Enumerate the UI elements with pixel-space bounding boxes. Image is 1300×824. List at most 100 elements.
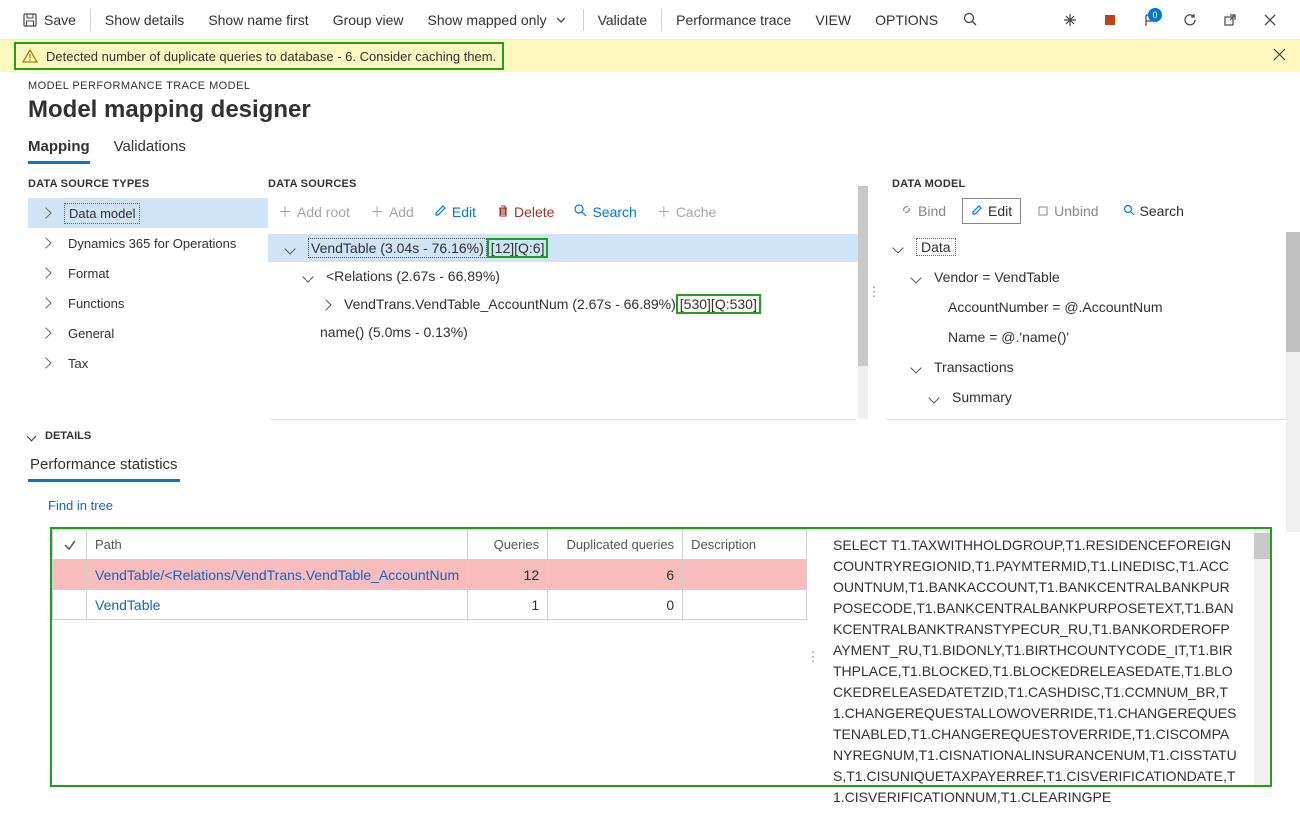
dstype-item-data-model[interactable]: Data model <box>28 198 268 228</box>
banner-message: Detected number of duplicate queries to … <box>46 49 496 64</box>
counts-badge: [530][Q:530] <box>676 294 761 314</box>
chevron-right-icon <box>40 357 51 368</box>
dm-toolbar: Bind Edit Unbind Search <box>880 198 1300 224</box>
chevron-down-icon <box>928 392 939 403</box>
details-section: DETAILS Performance statistics Find in t… <box>0 420 1300 523</box>
dstype-item-general[interactable]: General <box>28 318 268 348</box>
col-check[interactable] <box>53 530 87 560</box>
perf-table: Path Queries Duplicated queries Descript… <box>52 529 807 620</box>
info-banner-outer: Detected number of duplicate queries to … <box>0 40 1300 72</box>
app-switcher-icon <box>1062 12 1078 28</box>
chevron-down-icon <box>27 431 37 441</box>
chevron-down-icon <box>553 12 569 28</box>
flag-icon: 0 <box>1142 12 1158 28</box>
cache-button[interactable]: ＋Cache <box>647 198 726 226</box>
scrollbar-thumb[interactable] <box>858 186 868 366</box>
add-button[interactable]: ＋Add <box>360 198 424 226</box>
banner-close-button[interactable] <box>1273 48 1286 64</box>
search-button[interactable] <box>950 0 990 40</box>
performance-trace-button[interactable]: Performance trace <box>664 0 803 40</box>
sql-preview: SELECT T1.TAXWITHHOLDGROUP,T1.RESIDENCEF… <box>819 529 1270 785</box>
dstype-item-d365fo[interactable]: Dynamics 365 for Operations <box>28 228 268 258</box>
app-switcher-button[interactable] <box>1050 0 1090 40</box>
col-path[interactable]: Path <box>87 530 468 560</box>
dstype-item-tax[interactable]: Tax <box>28 348 268 378</box>
table-row[interactable]: VendTable 1 0 <box>53 590 807 620</box>
popout-button[interactable] <box>1210 0 1250 40</box>
scrollbar[interactable] <box>1254 529 1270 785</box>
search-icon <box>574 204 587 220</box>
notifications-button[interactable]: 0 <box>1130 0 1170 40</box>
validate-button[interactable]: Validate <box>586 0 660 40</box>
dm-row-data[interactable]: Data <box>880 232 1286 262</box>
dm-row-vendor[interactable]: Vendor = VendTable <box>880 262 1286 292</box>
chevron-down-icon <box>892 242 903 253</box>
cell-desc <box>683 560 807 590</box>
path-link[interactable]: VendTable <box>95 597 160 613</box>
link-icon <box>900 203 913 219</box>
col-desc[interactable]: Description <box>683 530 807 560</box>
ds-row-vendtrans[interactable]: VendTrans.VendTable_AccountNum (2.67s - … <box>268 290 868 318</box>
bind-button[interactable]: Bind <box>892 199 954 223</box>
notification-badge: 0 <box>1148 8 1162 22</box>
main-columns: DATA SOURCE TYPES Data model Dynamics 36… <box>0 164 1300 419</box>
dm-row-summary[interactable]: Summary <box>880 382 1286 412</box>
splitter-handle[interactable]: ⋮ <box>807 649 819 665</box>
perf-grid: Path Queries Duplicated queries Descript… <box>52 529 807 785</box>
ds-row-relations[interactable]: <Relations (2.67s - 66.89%) <box>268 262 868 290</box>
group-view-button[interactable]: Group view <box>321 0 416 40</box>
scrollbar-thumb[interactable] <box>1254 533 1270 559</box>
trash-icon <box>1037 203 1049 219</box>
table-row[interactable]: VendTable/<Relations/VendTrans.VendTable… <box>53 560 807 590</box>
show-name-first-button[interactable]: Show name first <box>196 0 320 40</box>
toolbar: Save Show details Show name first Group … <box>0 0 1300 40</box>
scrollbar[interactable] <box>858 186 868 419</box>
chevron-down-icon <box>910 362 921 373</box>
dm-search-button[interactable]: Search <box>1115 199 1192 223</box>
tab-perf-stats[interactable]: Performance statistics <box>28 450 180 482</box>
info-banner: Detected number of duplicate queries to … <box>0 40 1300 72</box>
separator <box>90 9 91 31</box>
dstype-item-functions[interactable]: Functions <box>28 288 268 318</box>
chevron-right-icon <box>40 327 51 338</box>
chevron-down-icon <box>302 271 313 282</box>
cell-dup: 0 <box>548 590 683 620</box>
options-button[interactable]: OPTIONS <box>863 0 950 40</box>
show-mapped-only-button[interactable]: Show mapped only <box>416 0 581 40</box>
view-button[interactable]: VIEW <box>803 0 863 40</box>
refresh-icon <box>1182 12 1198 28</box>
cell-dup: 6 <box>548 560 683 590</box>
pencil-icon <box>434 204 447 220</box>
ds-search-button[interactable]: Search <box>564 200 646 224</box>
scrollbar-thumb[interactable] <box>1286 232 1300 352</box>
ds-row-name[interactable]: name() (5.0ms - 0.13%) <box>268 318 868 346</box>
edit-button[interactable]: Edit <box>424 200 486 224</box>
tab-validations[interactable]: Validations <box>114 138 186 164</box>
delete-button[interactable]: Delete <box>486 200 564 224</box>
dstype-item-format[interactable]: Format <box>28 258 268 288</box>
save-button[interactable]: Save <box>10 0 88 40</box>
chevron-right-icon <box>40 267 51 278</box>
col-dup[interactable]: Duplicated queries <box>548 530 683 560</box>
plus-icon: ＋ <box>657 202 671 222</box>
refresh-button[interactable] <box>1170 0 1210 40</box>
dm-row-name[interactable]: Name = @.'name()' <box>880 322 1286 352</box>
path-link[interactable]: VendTable/<Relations/VendTrans.VendTable… <box>95 567 459 583</box>
splitter-handle[interactable]: ⋮ <box>868 164 880 419</box>
unbind-button[interactable]: Unbind <box>1029 199 1106 223</box>
tab-mapping[interactable]: Mapping <box>28 138 90 164</box>
find-in-tree-link[interactable]: Find in tree <box>48 498 113 513</box>
dm-row-transactions[interactable]: Transactions <box>880 352 1286 382</box>
ds-row-vendtable[interactable]: VendTable (3.04s - 76.16%)[12][Q:6] <box>268 234 868 262</box>
dm-row-accountnum[interactable]: AccountNumber = @.AccountNum <box>880 292 1286 322</box>
office-button[interactable] <box>1090 0 1130 40</box>
show-details-button[interactable]: Show details <box>93 0 196 40</box>
scrollbar[interactable] <box>1286 232 1300 532</box>
close-button[interactable] <box>1250 0 1290 40</box>
add-root-button[interactable]: ＋Add root <box>268 198 360 226</box>
plus-icon: ＋ <box>370 202 384 222</box>
details-header[interactable]: DETAILS <box>28 430 1272 442</box>
dm-edit-button[interactable]: Edit <box>962 198 1021 224</box>
page-title: Model mapping designer <box>28 96 1272 124</box>
col-queries[interactable]: Queries <box>468 530 548 560</box>
